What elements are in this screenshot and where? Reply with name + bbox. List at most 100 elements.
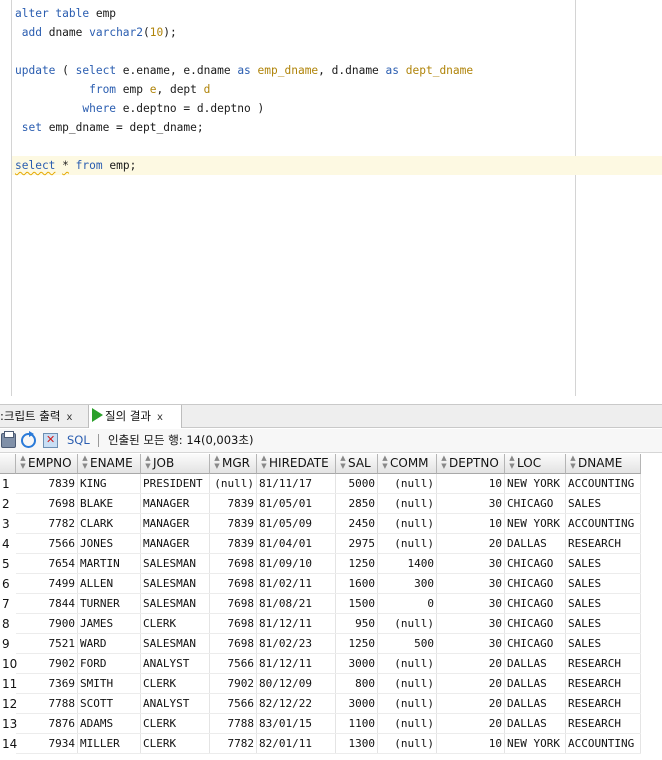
cell-dname[interactable]: RESEARCH — [566, 674, 641, 694]
code-line-1[interactable]: alter table emp — [15, 4, 116, 23]
cell-comm[interactable]: (null) — [378, 674, 437, 694]
cell-hiredate[interactable]: 81/11/17 — [257, 474, 336, 494]
sort-icon[interactable]: ▲▼ — [439, 454, 448, 470]
code-line-2[interactable]: add dname varchar2(10); — [15, 23, 177, 42]
cell-ename[interactable]: SCOTT — [78, 694, 141, 714]
cell-dname[interactable]: ACCOUNTING — [566, 514, 641, 534]
cell-job[interactable]: ANALYST — [141, 654, 210, 674]
cell-empno[interactable]: 7902 — [16, 654, 78, 674]
sort-icon[interactable]: ▲▼ — [338, 454, 347, 470]
cell-comm[interactable]: 1400 — [378, 554, 437, 574]
cell-deptno[interactable]: 20 — [437, 674, 505, 694]
row-number[interactable]: 10 — [0, 654, 17, 674]
cell-mgr[interactable]: 7902 — [210, 674, 257, 694]
cell-sal[interactable]: 1600 — [336, 574, 378, 594]
row-number[interactable]: 12 — [0, 694, 17, 714]
cell-job[interactable]: CLERK — [141, 614, 210, 634]
cell-mgr[interactable]: 7566 — [210, 654, 257, 674]
row-number[interactable]: 11 — [0, 674, 17, 694]
sql-button[interactable]: SQL — [67, 429, 90, 452]
row-number[interactable]: 6 — [0, 574, 16, 594]
cell-dname[interactable]: SALES — [566, 614, 641, 634]
row-number[interactable]: 7 — [0, 594, 16, 614]
cell-hiredate[interactable]: 80/12/09 — [257, 674, 336, 694]
cell-ename[interactable]: ADAMS — [78, 714, 141, 734]
cell-empno[interactable]: 7521 — [16, 634, 78, 654]
cell-loc[interactable]: DALLAS — [505, 654, 566, 674]
cell-job[interactable]: SALESMAN — [141, 634, 210, 654]
cell-empno[interactable]: 7654 — [16, 554, 78, 574]
cell-hiredate[interactable]: 81/02/23 — [257, 634, 336, 654]
cell-empno[interactable]: 7566 — [16, 534, 78, 554]
cell-comm[interactable]: 500 — [378, 634, 437, 654]
sort-icon[interactable]: ▲▼ — [80, 454, 89, 470]
cell-job[interactable]: MANAGER — [141, 534, 210, 554]
cell-comm[interactable]: (null) — [378, 714, 437, 734]
cell-loc[interactable]: CHICAGO — [505, 594, 566, 614]
cell-mgr[interactable]: 7698 — [210, 574, 257, 594]
cell-ename[interactable]: JONES — [78, 534, 141, 554]
cell-loc[interactable]: NEW YORK — [505, 734, 566, 754]
sort-icon[interactable]: ▲▼ — [18, 454, 27, 470]
cell-deptno[interactable]: 10 — [437, 474, 505, 494]
column-header-loc[interactable]: ▲▼LOC — [505, 454, 566, 474]
cell-job[interactable]: CLERK — [141, 714, 210, 734]
cell-hiredate[interactable]: 81/12/11 — [257, 654, 336, 674]
cell-sal[interactable]: 1300 — [336, 734, 378, 754]
cell-dname[interactable]: RESEARCH — [566, 714, 641, 734]
cell-sal[interactable]: 1500 — [336, 594, 378, 614]
cell-empno[interactable]: 7934 — [16, 734, 78, 754]
cell-comm[interactable]: (null) — [378, 654, 437, 674]
cell-ename[interactable]: TURNER — [78, 594, 141, 614]
cell-job[interactable]: MANAGER — [141, 514, 210, 534]
cell-comm[interactable]: (null) — [378, 694, 437, 714]
cell-sal[interactable]: 800 — [336, 674, 378, 694]
cell-comm[interactable]: (null) — [378, 734, 437, 754]
code-line-4[interactable]: update ( select e.ename, e.dname as emp_… — [15, 61, 473, 80]
cell-empno[interactable]: 7782 — [16, 514, 78, 534]
column-header-comm[interactable]: ▲▼COMM — [378, 454, 437, 474]
cell-ename[interactable]: JAMES — [78, 614, 141, 634]
cell-loc[interactable]: CHICAGO — [505, 614, 566, 634]
cell-comm[interactable]: (null) — [378, 534, 437, 554]
cell-hiredate[interactable]: 81/02/11 — [257, 574, 336, 594]
cell-empno[interactable]: 7499 — [16, 574, 78, 594]
cell-empno[interactable]: 7900 — [16, 614, 78, 634]
sort-icon[interactable]: ▲▼ — [143, 454, 152, 470]
cell-job[interactable]: CLERK — [141, 674, 210, 694]
cell-sal[interactable]: 2450 — [336, 514, 378, 534]
cell-sal[interactable]: 3000 — [336, 654, 378, 674]
cell-mgr[interactable]: 7698 — [210, 614, 257, 634]
code-line-5[interactable]: from emp e, dept d — [15, 80, 210, 99]
row-number[interactable]: 2 — [0, 494, 16, 514]
cell-loc[interactable]: NEW YORK — [505, 474, 566, 494]
cell-mgr[interactable]: 7698 — [210, 554, 257, 574]
cell-sal[interactable]: 3000 — [336, 694, 378, 714]
cell-sal[interactable]: 950 — [336, 614, 378, 634]
sort-icon[interactable]: ▲▼ — [259, 454, 268, 470]
cell-ename[interactable]: CLARK — [78, 514, 141, 534]
cell-sal[interactable]: 1250 — [336, 634, 378, 654]
cell-ename[interactable]: BLAKE — [78, 494, 141, 514]
close-icon[interactable]: x — [66, 412, 72, 423]
code-line-7[interactable]: set emp_dname = dept_dname; — [15, 118, 204, 137]
sort-icon[interactable]: ▲▼ — [380, 454, 389, 470]
sort-icon[interactable]: ▲▼ — [212, 454, 221, 470]
cell-ename[interactable]: ALLEN — [78, 574, 141, 594]
cell-mgr[interactable]: 7839 — [210, 534, 257, 554]
cell-deptno[interactable]: 10 — [437, 734, 505, 754]
cell-comm[interactable]: (null) — [378, 514, 437, 534]
cell-dname[interactable]: ACCOUNTING — [566, 474, 641, 494]
cell-job[interactable]: SALESMAN — [141, 554, 210, 574]
cell-hiredate[interactable]: 81/05/01 — [257, 494, 336, 514]
cell-loc[interactable]: NEW YORK — [505, 514, 566, 534]
column-header-hiredate[interactable]: ▲▼HIREDATE — [257, 454, 336, 474]
cell-sal[interactable]: 1250 — [336, 554, 378, 574]
column-header-empno[interactable]: ▲▼EMPNO — [16, 454, 78, 474]
cell-loc[interactable]: DALLAS — [505, 714, 566, 734]
cell-sal[interactable]: 2975 — [336, 534, 378, 554]
row-number[interactable]: 4 — [0, 534, 16, 554]
sort-icon[interactable]: ▲▼ — [568, 454, 577, 470]
cell-loc[interactable]: CHICAGO — [505, 554, 566, 574]
cell-dname[interactable]: SALES — [566, 574, 641, 594]
